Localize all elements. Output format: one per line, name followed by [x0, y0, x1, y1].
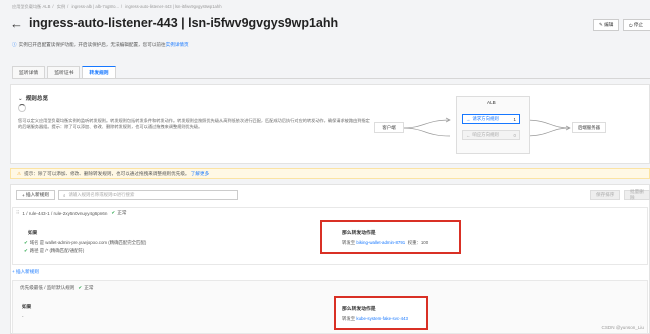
drag-handle-icon[interactable]: ⠿ — [16, 210, 19, 216]
default-rule-header: 优先级最低 / 监听默认规则 ✔ 正常 — [20, 285, 94, 290]
rule-search-input[interactable]: ⌕ 请输入规则名称或规则ID进行搜索 — [58, 190, 238, 200]
condition-path: ✔ 路径 是 /* (精确匹配/通配符) — [24, 248, 85, 253]
add-rule-button[interactable]: + 插入新规则 — [16, 190, 55, 200]
default-rule-item — [12, 280, 648, 334]
breadcrumb-item: ingress-auto-listener-443 | lsn-i5fwv9gv… — [125, 4, 222, 9]
insert-rule-link[interactable]: + 插入新规则 — [12, 269, 39, 275]
default-action-title: 那么转发动作是 — [342, 307, 376, 312]
page-header: ← ingress-auto-listener-443 | lsn-i5fwv9… — [10, 15, 338, 31]
alb-label: ALB — [487, 100, 496, 105]
backend-node: 后端服务器 — [572, 122, 606, 133]
request-rule-node[interactable]: → 请求方向规则 1 — [462, 114, 520, 124]
rule-action-box — [320, 220, 461, 254]
default-condition-label: 如果 — [22, 304, 32, 309]
breadcrumb-item[interactable]: 应用型负载均衡 ALB — [12, 4, 50, 9]
page-title: ingress-auto-listener-443 | lsn-i5fwv9gv… — [29, 16, 339, 30]
default-condition: - — [22, 314, 24, 319]
check-icon: ✔ — [111, 210, 116, 215]
overview-description: 您可以定义应用型负载均衡实例的监听转发规则。转发规则包括转发条件和转发动作。转发… — [18, 118, 370, 129]
warning-banner: ⚠ 提示：除了可以添加、修改、删除转发规则，也可以通过拖拽来调整规则优先级。 了解… — [10, 168, 650, 179]
tab-divider — [12, 78, 650, 79]
batch-delete-button[interactable]: 批量删除 — [624, 189, 650, 200]
tab-bar: 监听详情 监听证书 转发规则 — [12, 66, 118, 78]
tab-listener-details[interactable]: 监听详情 — [12, 66, 46, 78]
client-node: 客户端 — [374, 122, 404, 133]
default-action-forward: 转发至 kube-system-fake-svc-443 — [342, 316, 408, 321]
response-rule-node[interactable]: ← 响应方向规则 0 — [462, 130, 520, 140]
info-icon: ⓘ — [12, 42, 17, 47]
action-forward: 转发至 biking-wallet-admin-8791 权重：100 — [342, 240, 429, 245]
condition-label: 如果 — [28, 230, 38, 235]
watermark: CSDN @yunson_Liu — [601, 325, 644, 330]
check-icon: ✔ — [24, 248, 28, 253]
stop-button[interactable]: ⏻ 停止 — [623, 19, 650, 31]
tab-forwarding-rules[interactable]: 转发规则 — [82, 66, 116, 78]
tab-listener-certificates[interactable]: 监听证书 — [47, 66, 81, 78]
loading-spinner-icon — [18, 104, 26, 112]
default-server-group-link[interactable]: kube-system-fake-svc-443 — [356, 316, 408, 321]
breadcrumb-item[interactable]: ingress-alb | alb-7og8ro... — [71, 4, 118, 9]
breadcrumb-item[interactable]: 实例 — [57, 4, 65, 9]
condition-host: ✔ 域名 是 wallet-admin-pre.yuwjopoo.com (精确匹… — [24, 240, 147, 245]
warning-icon: ⚠ — [17, 170, 22, 176]
edit-button[interactable]: ✎ 编辑 — [593, 19, 620, 31]
breadcrumb: 应用型负载均衡 ALB / 实例 / ingress-alb | alb-7og8r… — [12, 4, 222, 9]
rule-header: ⠿ 1 / rule-443-1 / rule-2xy5n0vnuyy4g6pn6… — [16, 210, 127, 216]
default-action-box — [334, 296, 428, 330]
search-icon: ⌕ — [63, 192, 66, 198]
chevron-down-icon: ⌄ — [18, 96, 23, 102]
back-arrow-icon[interactable]: ← — [10, 17, 23, 30]
server-group-link[interactable]: biking-wallet-admin-8791 — [356, 240, 405, 245]
instance-detail-link[interactable]: 实例详情页 — [166, 42, 189, 47]
check-icon: ✔ — [78, 285, 83, 290]
protection-notice: ⓘ 实例已开启配置读保护功能，开启读保护后，无法编辑配置，您可以前往实例详情页 — [12, 42, 189, 47]
action-title: 那么转发动作是 — [342, 231, 376, 236]
learn-more-link[interactable]: 了解更多 — [191, 171, 209, 177]
overview-title[interactable]: ⌄ 规则总览 — [18, 94, 48, 102]
save-order-button[interactable]: 保存排序 — [590, 190, 621, 200]
check-icon: ✔ — [24, 240, 28, 245]
